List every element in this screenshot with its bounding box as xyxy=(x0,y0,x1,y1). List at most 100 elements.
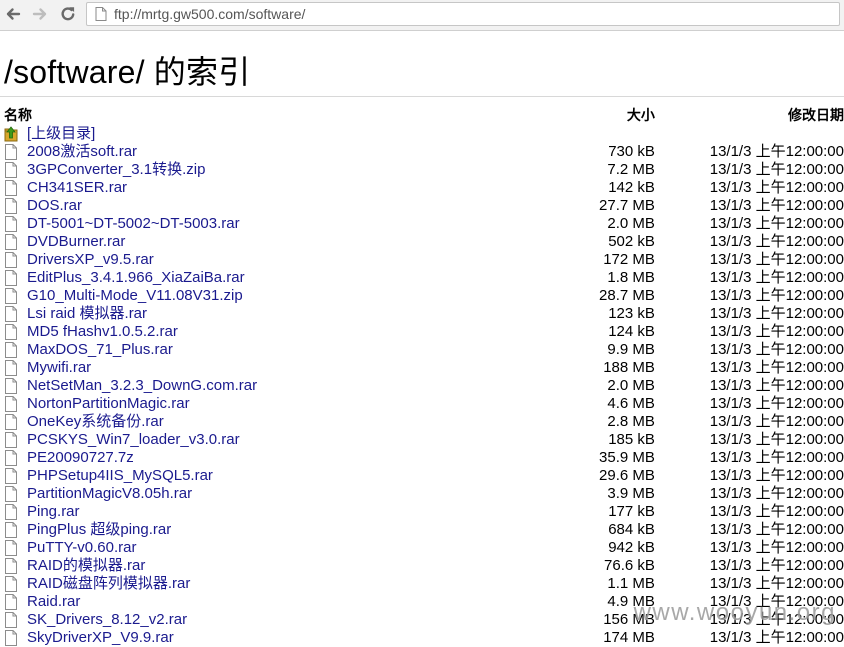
file-modified-date: 13/1/3 上午12:00:00 xyxy=(709,449,844,466)
file-link[interactable]: OneKey系统备份.rar xyxy=(27,413,164,431)
file-modified-date: 13/1/3 上午12:00:00 xyxy=(709,269,844,286)
file-modified-date: 13/1/3 上午12:00:00 xyxy=(709,287,844,304)
table-row: PingPlus 超级ping.rar 684 kB 13/1/3 上午12:00:… xyxy=(0,521,844,539)
file-link[interactable]: EditPlus_3.4.1.966_XiaZaiBa.rar xyxy=(27,269,245,287)
file-modified-date: 13/1/3 上午12:00:00 xyxy=(709,341,844,358)
file-size: 3.9 MB xyxy=(607,485,655,502)
file-link[interactable]: PHPSetup4IIS_MySQL5.rar xyxy=(27,467,213,485)
table-row: DVDBurner.rar 502 kB 13/1/3 上午12:00:00 xyxy=(0,233,844,251)
browser-toolbar: ftp://mrtg.gw500.com/software/ xyxy=(0,0,844,31)
table-row: PCSKYS_Win7_loader_v3.0.rar 185 kB 13/1/3 … xyxy=(0,431,844,449)
file-icon xyxy=(5,450,17,466)
file-link[interactable]: Raid.rar xyxy=(27,593,80,611)
file-link[interactable]: Mywifi.rar xyxy=(27,359,91,377)
file-icon xyxy=(5,504,17,520)
directory-listing: 名称 大小 修改日期 [上级目录] 2008激活soft.rar 730 kB 13… xyxy=(0,106,844,647)
file-modified-date: 13/1/3 上午12:00:00 xyxy=(709,323,844,340)
column-header-size[interactable]: 大小 xyxy=(526,106,655,125)
column-header-modified[interactable]: 修改日期 xyxy=(655,106,844,125)
file-modified-date: 13/1/3 上午12:00:00 xyxy=(709,179,844,196)
table-row: PHPSetup4IIS_MySQL5.rar 29.6 MB 13/1/3 上午1… xyxy=(0,467,844,485)
file-link[interactable]: MaxDOS_71_Plus.rar xyxy=(27,341,173,359)
file-link[interactable]: DVDBurner.rar xyxy=(27,233,125,251)
file-modified-date: 13/1/3 上午12:00:00 xyxy=(709,143,844,160)
file-link[interactable]: NetSetMan_3.2.3_DownG.com.rar xyxy=(27,377,257,395)
file-icon xyxy=(5,234,17,250)
table-row: 2008激活soft.rar 730 kB 13/1/3 上午12:00:00 xyxy=(0,143,844,161)
file-link[interactable]: DriversXP_v9.5.rar xyxy=(27,251,154,269)
file-link[interactable]: DT-5001~DT-5002~DT-5003.rar xyxy=(27,215,240,233)
file-icon xyxy=(5,378,17,394)
file-modified-date: 13/1/3 上午12:00:00 xyxy=(709,161,844,178)
file-link[interactable]: PuTTY-v0.60.rar xyxy=(27,539,137,557)
file-modified-date: 13/1/3 上午12:00:00 xyxy=(709,431,844,448)
file-icon xyxy=(5,360,17,376)
parent-directory-link[interactable]: [上级目录] xyxy=(27,125,95,143)
file-link[interactable]: SkyDriverXP_V9.9.rar xyxy=(27,629,174,647)
file-size: 177 kB xyxy=(608,503,655,520)
back-button[interactable] xyxy=(2,3,24,25)
file-modified-date: 13/1/3 上午12:00:00 xyxy=(709,377,844,394)
file-modified-date: 13/1/3 上午12:00:00 xyxy=(709,485,844,502)
file-link[interactable]: MD5 fHashv1.0.5.2.rar xyxy=(27,323,178,341)
table-row: Mywifi.rar 188 MB 13/1/3 上午12:00:00 xyxy=(0,359,844,377)
file-link[interactable]: NortonPartitionMagic.rar xyxy=(27,395,190,413)
file-icon xyxy=(5,576,17,592)
file-link[interactable]: PE20090727.7z xyxy=(27,449,134,467)
reload-button[interactable] xyxy=(57,3,79,25)
file-icon xyxy=(5,198,17,214)
file-modified-date: 13/1/3 上午12:00:00 xyxy=(709,467,844,484)
file-icon xyxy=(5,540,17,556)
address-bar[interactable]: ftp://mrtg.gw500.com/software/ xyxy=(86,2,840,26)
file-link[interactable]: 2008激活soft.rar xyxy=(27,143,137,161)
file-size: 4.6 MB xyxy=(607,395,655,412)
file-icon xyxy=(5,414,17,430)
file-size: 76.6 kB xyxy=(604,557,655,574)
watermark: www.wooyun.org xyxy=(633,599,836,626)
file-link[interactable]: Lsi raid 模拟器.rar xyxy=(27,305,147,323)
file-modified-date: 13/1/3 上午12:00:00 xyxy=(709,233,844,250)
file-icon xyxy=(5,558,17,574)
file-icon xyxy=(5,144,17,160)
file-link[interactable]: RAID的模拟器.rar xyxy=(27,557,145,575)
file-link[interactable]: PartitionMagicV8.05h.rar xyxy=(27,485,192,503)
divider xyxy=(0,96,844,97)
file-size: 27.7 MB xyxy=(599,197,655,214)
table-row: NortonPartitionMagic.rar 4.6 MB 13/1/3 上午1… xyxy=(0,395,844,413)
arrow-right-icon xyxy=(32,8,47,20)
file-modified-date: 13/1/3 上午12:00:00 xyxy=(709,521,844,538)
forward-button[interactable] xyxy=(29,3,51,25)
file-modified-date: 13/1/3 上午12:00:00 xyxy=(709,215,844,232)
file-icon xyxy=(5,306,17,322)
file-link[interactable]: PCSKYS_Win7_loader_v3.0.rar xyxy=(27,431,240,449)
file-link[interactable]: 3GPConverter_3.1转换.zip xyxy=(27,161,205,179)
table-row: SkyDriverXP_V9.9.rar 174 MB 13/1/3 上午12:00… xyxy=(0,629,844,647)
file-size: 29.6 MB xyxy=(599,467,655,484)
file-icon xyxy=(5,396,17,412)
file-link[interactable]: Ping.rar xyxy=(27,503,80,521)
file-modified-date: 13/1/3 上午12:00:00 xyxy=(709,359,844,376)
address-url[interactable]: ftp://mrtg.gw500.com/software/ xyxy=(114,6,305,22)
file-size: 502 kB xyxy=(608,233,655,250)
table-row: DOS.rar 27.7 MB 13/1/3 上午12:00:00 xyxy=(0,197,844,215)
file-modified-date: 13/1/3 上午12:00:00 xyxy=(709,629,844,646)
file-link[interactable]: DOS.rar xyxy=(27,197,82,215)
file-link[interactable]: G10_Multi-Mode_V11.08V31.zip xyxy=(27,287,243,305)
page-title: /software/ 的索引 xyxy=(4,54,251,90)
file-link[interactable]: SK_Drivers_8.12_v2.rar xyxy=(27,611,187,629)
file-size: 174 MB xyxy=(603,629,655,646)
column-header-name[interactable]: 名称 xyxy=(0,106,526,125)
file-link[interactable]: PingPlus 超级ping.rar xyxy=(27,521,171,539)
table-row: G10_Multi-Mode_V11.08V31.zip 28.7 MB 13/1/… xyxy=(0,287,844,305)
table-row: Ping.rar 177 kB 13/1/3 上午12:00:00 xyxy=(0,503,844,521)
file-size: 1.1 MB xyxy=(607,575,655,592)
file-modified-date: 13/1/3 上午12:00:00 xyxy=(709,251,844,268)
table-row: EditPlus_3.4.1.966_XiaZaiBa.rar 1.8 MB 13/… xyxy=(0,269,844,287)
folder-up-icon xyxy=(4,126,18,142)
file-link[interactable]: CH341SER.rar xyxy=(27,179,127,197)
file-link[interactable]: RAID磁盘阵列模拟器.rar xyxy=(27,575,190,593)
file-size: 942 kB xyxy=(608,539,655,556)
file-size: 123 kB xyxy=(608,305,655,322)
file-size: 684 kB xyxy=(608,521,655,538)
file-icon xyxy=(5,522,17,538)
